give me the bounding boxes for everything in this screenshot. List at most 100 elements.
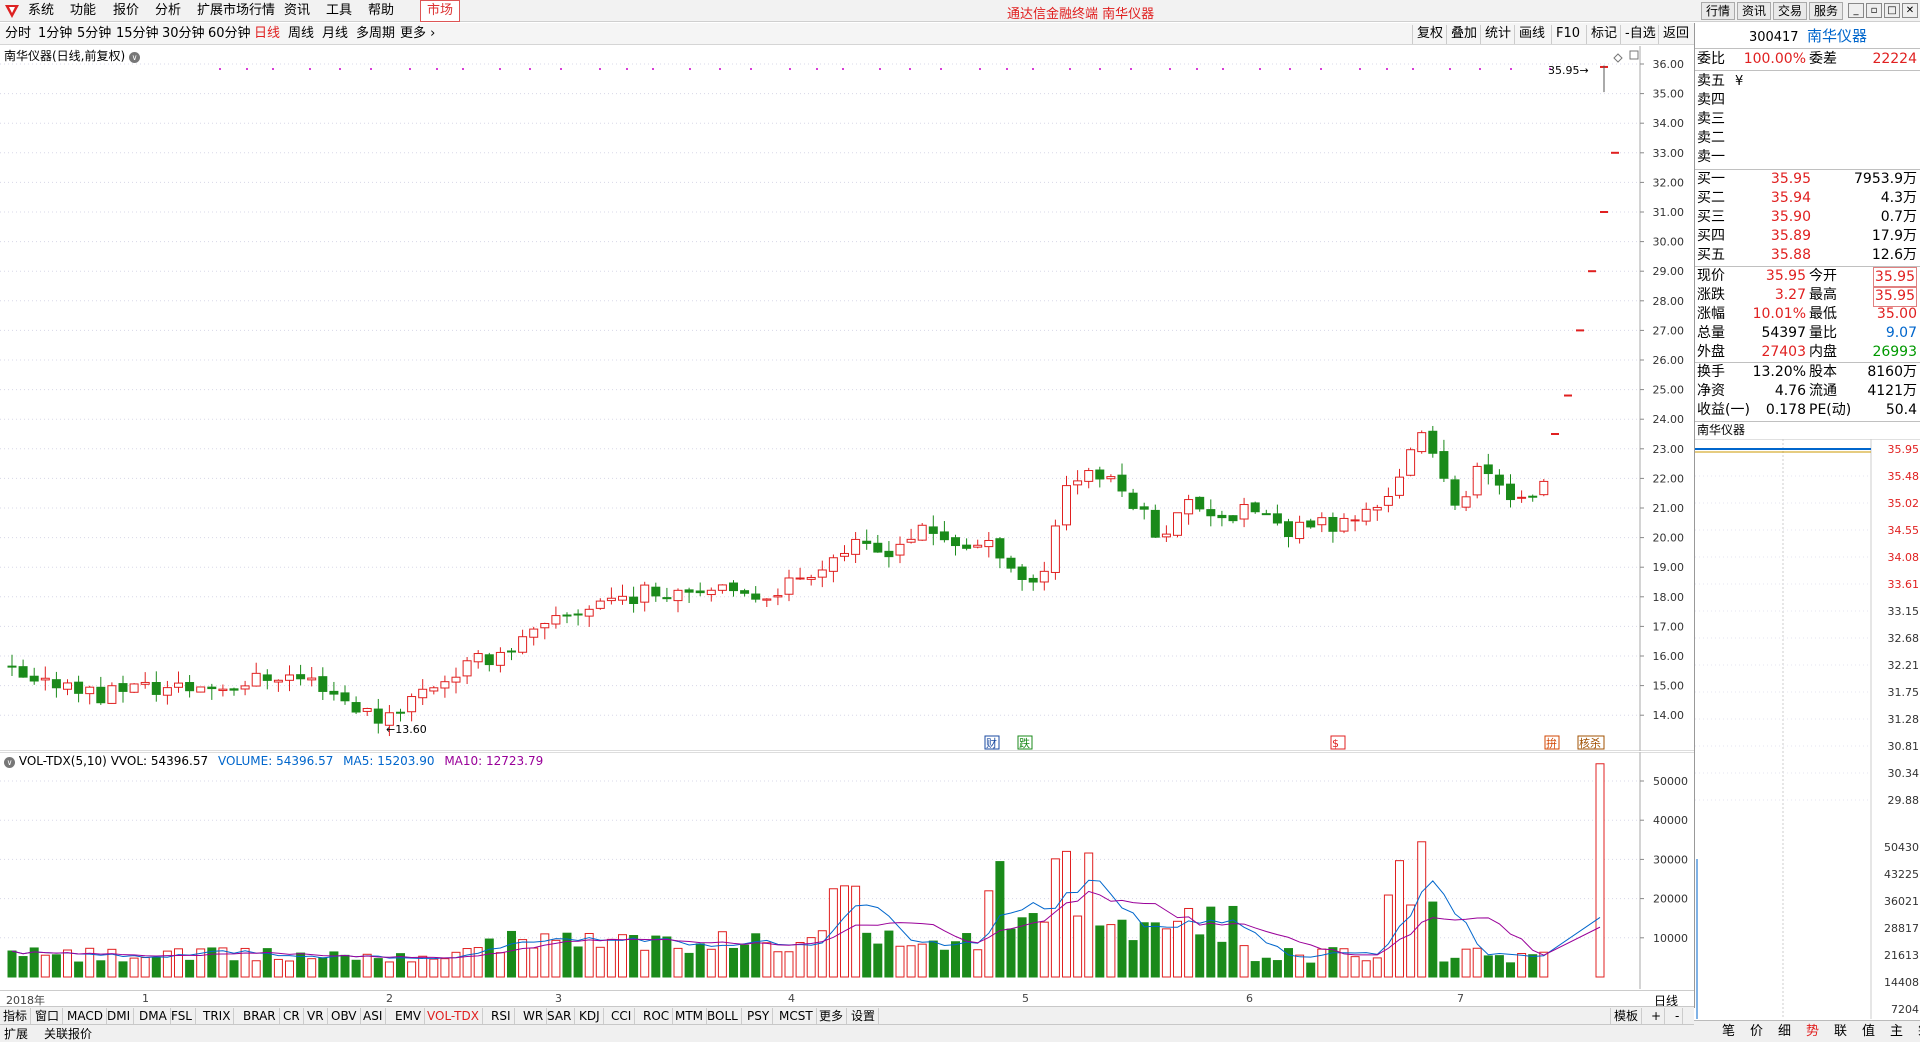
menu-analysis[interactable]: 分析 [155, 3, 181, 19]
menu-market-button[interactable]: 市场 [420, 0, 460, 22]
menu-help[interactable]: 帮助 [368, 3, 394, 19]
indicator-tab-psy[interactable]: PSY [744, 1008, 774, 1024]
chevron-down-icon[interactable]: ∨ [129, 52, 141, 63]
period-1min[interactable]: 1分钟 [38, 26, 72, 42]
chevron-right-icon: › [430, 26, 436, 41]
menu-quote[interactable]: 报价 [113, 3, 139, 19]
top-button-service[interactable]: 服务 [1809, 2, 1843, 20]
indicator-tab-macd[interactable]: MACD [64, 1008, 107, 1024]
candle-body [329, 690, 339, 695]
square-icon[interactable] [1629, 50, 1639, 60]
tool-f10[interactable]: F10 [1551, 25, 1584, 44]
indicator-tab-更多[interactable]: 更多 [816, 1008, 848, 1024]
event-marker[interactable]: 核杀 [1577, 735, 1605, 750]
tool-overlay[interactable]: 叠加 [1446, 25, 1481, 44]
intraday-mini-chart[interactable]: 35.95 35.48 35.02 34.55 34.08 33.61 33.15 32.68… [1695, 439, 1920, 1019]
indicator-tab-obv[interactable]: OBV [328, 1008, 361, 1024]
period-multi[interactable]: 多周期 [356, 26, 395, 42]
chevron-down-icon[interactable]: ∨ [4, 757, 15, 768]
close-icon[interactable]: ✕ [1902, 3, 1918, 18]
period-15min[interactable]: 15分钟 [116, 26, 159, 42]
indicator-tab-vr[interactable]: VR [304, 1008, 328, 1024]
candle-body [1106, 476, 1116, 480]
period-more[interactable]: 更多 › [400, 26, 435, 42]
period-60min[interactable]: 60分钟 [208, 26, 251, 42]
event-marker[interactable]: $ [1330, 735, 1346, 750]
indicator-tab-roc[interactable]: ROC [640, 1008, 674, 1024]
tool-back[interactable]: 返回 [1658, 25, 1693, 44]
period-monthly[interactable]: 月线 [322, 26, 348, 42]
event-marker[interactable]: 拚 [1544, 735, 1560, 750]
detail-tab-4[interactable]: 联 [1834, 1023, 1847, 1041]
detail-tab-5[interactable]: 值 [1862, 1023, 1875, 1041]
buy-volume: 17.9万 [1871, 228, 1917, 244]
indicator-tab-emv[interactable]: EMV [392, 1008, 426, 1024]
indicator-tab-指标[interactable]: 指标 [0, 1008, 32, 1024]
tool-draw[interactable]: 画线 [1514, 25, 1549, 44]
menu-function[interactable]: 功能 [70, 3, 96, 19]
menu-system[interactable]: 系统 [28, 3, 54, 19]
indicator-tab-kdj[interactable]: KDJ [576, 1008, 604, 1024]
period-intraday[interactable]: 分时 [5, 26, 31, 42]
stock-name[interactable]: 南华仪器 [1807, 27, 1867, 45]
menu-tools[interactable]: 工具 [326, 3, 352, 19]
indicator-tab-fsl[interactable]: FSL [168, 1008, 196, 1024]
volume-bar [529, 947, 539, 978]
volume-bar [1206, 906, 1216, 978]
detail-tab-1[interactable]: 价 [1750, 1023, 1763, 1041]
menu-news[interactable]: 资讯 [284, 3, 310, 19]
candlestick-chart[interactable]: 36.00 35.00 34.00 33.00 32.00 31.00 30.00 29.00… [0, 46, 1694, 751]
menu-extended-market[interactable]: 扩展市场行情 [197, 3, 275, 19]
top-button-news[interactable]: 资讯 [1737, 2, 1771, 20]
indicator-tab-rsi[interactable]: RSI [488, 1008, 515, 1024]
tool-mark[interactable]: 标记 [1586, 25, 1621, 44]
volume-bar [40, 954, 50, 978]
indicator-tab-boll[interactable]: BOLL [704, 1008, 742, 1024]
candle-body [1084, 470, 1094, 482]
indicator-tab-brar[interactable]: BRAR [240, 1008, 280, 1024]
event-marker[interactable]: 财 [984, 735, 1000, 750]
restore-icon[interactable]: ▫ [1866, 3, 1882, 18]
indicator-tab-vol-tdx[interactable]: VOL-TDX [424, 1008, 483, 1024]
indicator-tab-mcst[interactable]: MCST [776, 1008, 817, 1024]
volume-chart[interactable]: 50000 40000 30000 20000 10000 [0, 752, 1694, 989]
zoom-in-icon[interactable]: + [1648, 1008, 1666, 1024]
period-weekly[interactable]: 周线 [288, 26, 314, 42]
period-30min[interactable]: 30分钟 [162, 26, 205, 42]
volume-bar [440, 958, 450, 978]
zoom-out-icon[interactable]: - [1672, 1008, 1684, 1024]
tool-restore-rights[interactable]: 复权 [1412, 25, 1447, 44]
candle-body [684, 589, 694, 593]
maximize-icon[interactable]: □ [1884, 3, 1900, 18]
minimize-icon[interactable]: _ [1848, 3, 1864, 18]
detail-tab-3[interactable]: 势 [1806, 1023, 1819, 1041]
candle-body [973, 544, 983, 548]
status-related-quote[interactable]: 关联报价 [44, 1026, 92, 1042]
period-5min[interactable]: 5分钟 [77, 26, 111, 42]
diamond-icon[interactable] [1613, 53, 1623, 63]
template-button[interactable]: 模板 [1610, 1008, 1643, 1024]
indicator-tab-设置[interactable]: 设置 [848, 1008, 880, 1024]
detail-tab-6[interactable]: 主 [1890, 1023, 1903, 1041]
status-extend[interactable]: 扩展 [4, 1026, 28, 1042]
event-marker[interactable]: 跌 [1017, 735, 1033, 750]
candle-body [928, 526, 938, 534]
indicator-tab-cr[interactable]: CR [280, 1008, 304, 1024]
top-button-trade[interactable]: 交易 [1773, 2, 1807, 20]
candle-body [307, 677, 317, 681]
indicator-tab-dma[interactable]: DMA [136, 1008, 171, 1024]
tool-watchlist[interactable]: -自选 [1620, 25, 1660, 44]
tool-statistics[interactable]: 统计 [1480, 25, 1515, 44]
detail-tab-0[interactable]: 笔 [1722, 1023, 1735, 1041]
candle-body [762, 598, 772, 601]
detail-tab-2[interactable]: 细 [1778, 1023, 1791, 1041]
indicator-tab-mtm[interactable]: MTM [672, 1008, 708, 1024]
period-daily[interactable]: 日线 [254, 26, 280, 42]
indicator-tab-sar[interactable]: SAR [544, 1008, 576, 1024]
top-button-quote[interactable]: 行情 [1701, 2, 1735, 20]
indicator-tab-窗口[interactable]: 窗口 [32, 1008, 64, 1024]
indicator-tab-dmi[interactable]: DMI [104, 1008, 135, 1024]
indicator-tab-trix[interactable]: TRIX [200, 1008, 235, 1024]
indicator-tab-asi[interactable]: ASI [360, 1008, 387, 1024]
indicator-tab-cci[interactable]: CCI [608, 1008, 636, 1024]
